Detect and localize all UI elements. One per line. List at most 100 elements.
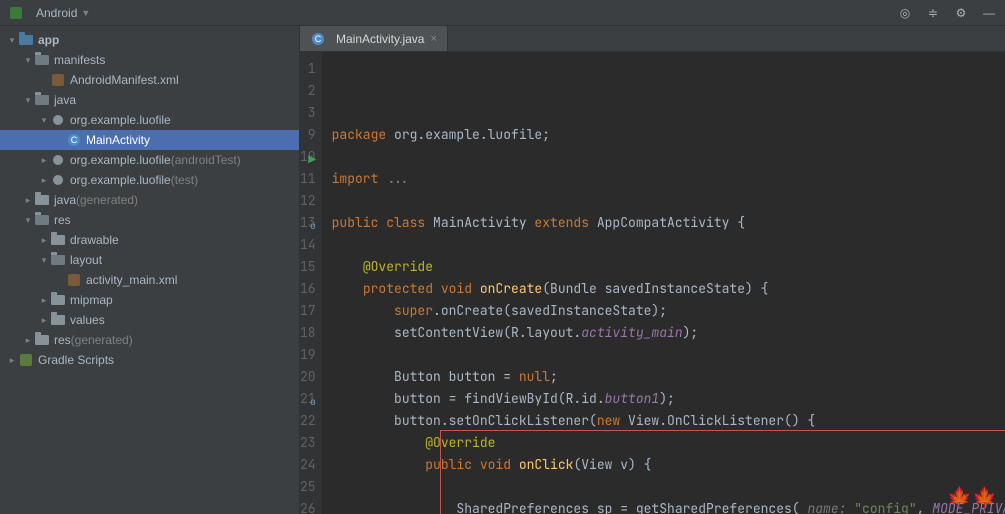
code-line[interactable] (332, 344, 1005, 366)
tree-item-label: res (54, 213, 71, 227)
editor-code[interactable]: package org.example.luofile; import ... pu… (322, 52, 1005, 514)
gutter-line[interactable]: 20 (300, 366, 316, 388)
package-icon (50, 173, 66, 187)
tree-item-label: org.example.luofile (70, 113, 171, 127)
tree-item-label: res (54, 333, 71, 347)
code-line[interactable] (332, 190, 1005, 212)
collapse-icon[interactable]: ≑ (925, 5, 941, 21)
gutter-line[interactable]: 17 (300, 300, 316, 322)
gutter-line[interactable]: 1 (300, 58, 316, 80)
code-line[interactable] (332, 476, 1005, 498)
tree-item-label: Gradle Scripts (38, 353, 114, 367)
gutter-line[interactable]: 14 (300, 234, 316, 256)
project-scope-dropdown[interactable]: Android ▼ (30, 4, 96, 22)
tree-item-label: java (54, 93, 76, 107)
expand-arrow-icon[interactable]: ▾ (22, 215, 34, 226)
code-line[interactable]: setContentView(R.layout.activity_main); (332, 322, 1005, 344)
expand-arrow-icon[interactable]: ▸ (6, 355, 18, 366)
tree-item[interactable]: activity_main.xml (0, 270, 299, 290)
expand-arrow-icon[interactable]: ▾ (38, 115, 50, 126)
code-line[interactable]: button = findViewById(R.id.button1); (332, 388, 1005, 410)
expand-arrow-icon[interactable]: ▸ (38, 235, 50, 246)
tree-item[interactable]: ▸mipmap (0, 290, 299, 310)
code-line[interactable]: package org.example.luofile; (332, 124, 1005, 146)
override-gutter-icon[interactable]: o (302, 215, 316, 229)
tree-item-label: manifests (54, 53, 105, 67)
tree-item[interactable]: ▸java (generated) (0, 190, 299, 210)
gear-icon[interactable]: ⚙ (953, 5, 969, 21)
expand-arrow-icon[interactable]: ▾ (22, 55, 34, 66)
expand-arrow-icon[interactable]: ▸ (22, 195, 34, 206)
editor-tab[interactable]: CMainActivity.java× (300, 26, 448, 51)
tree-item[interactable]: ▾ res (0, 210, 299, 230)
tree-item[interactable]: ▾layout (0, 250, 299, 270)
expand-arrow-icon[interactable]: ▸ (38, 155, 50, 166)
gutter-line[interactable]: 2 (300, 80, 316, 102)
minimize-icon[interactable]: — (981, 5, 997, 21)
gutter-line[interactable]: 13o (300, 212, 316, 234)
close-icon[interactable]: × (430, 33, 436, 45)
gutter-line[interactable]: 16 (300, 278, 316, 300)
gutter-line[interactable]: 10▶ (300, 146, 316, 168)
module-icon (18, 33, 34, 47)
project-toolbar: Android ▼ ◎ ≑ ⚙ — (0, 0, 1005, 26)
tree-item-suffix: (androidTest) (171, 153, 241, 167)
expand-arrow-icon[interactable]: ▸ (38, 295, 50, 306)
code-line[interactable]: @Override (332, 432, 1005, 454)
tree-item[interactable]: ▾ manifests (0, 50, 299, 70)
gutter-line[interactable]: 21o (300, 388, 316, 410)
expand-arrow-icon[interactable]: ▸ (22, 335, 34, 346)
gutter-line[interactable]: 22 (300, 410, 316, 432)
gutter-line[interactable]: 25 (300, 476, 316, 498)
code-line[interactable]: public class MainActivity extends AppCom… (332, 212, 1005, 234)
code-line[interactable]: button.setOnClickListener(new View.OnCli… (332, 410, 1005, 432)
tree-item[interactable]: ▸ res (generated) (0, 330, 299, 350)
tree-item[interactable]: ▸values (0, 310, 299, 330)
gutter-line[interactable]: 3 (300, 102, 316, 124)
target-icon[interactable]: ◎ (897, 5, 913, 21)
code-line[interactable] (332, 234, 1005, 256)
project-tree[interactable]: ▾app▾manifestsAndroidManifest.xml▾java▾o… (0, 26, 300, 514)
code-line[interactable]: super.onCreate(savedInstanceState); (332, 300, 1005, 322)
code-editor[interactable]: 123910▶111213o1415161718192021o222324252… (300, 52, 1005, 514)
code-line[interactable]: @Override (332, 256, 1005, 278)
run-gutter-icon[interactable]: ▶ (302, 149, 316, 163)
tree-item[interactable]: CMainActivity (0, 130, 299, 150)
folder-icon (50, 293, 66, 307)
class-icon: C (66, 133, 82, 147)
tree-item[interactable]: ▸org.example.luofile (test) (0, 170, 299, 190)
tree-item[interactable]: AndroidManifest.xml (0, 70, 299, 90)
gutter-line[interactable]: 12 (300, 190, 316, 212)
gutter-line[interactable]: 19 (300, 344, 316, 366)
gutter-line[interactable]: 18 (300, 322, 316, 344)
override-gutter-icon[interactable]: o (302, 391, 316, 405)
tree-item-suffix: (generated) (71, 333, 133, 347)
tree-item[interactable]: ▾ java (0, 90, 299, 110)
tree-item[interactable]: ▸drawable (0, 230, 299, 250)
editor-tab-bar: CMainActivity.java× (300, 26, 1005, 52)
gutter-line[interactable]: 23 (300, 432, 316, 454)
tree-item[interactable]: ▾app (0, 30, 299, 50)
code-line[interactable]: protected void onCreate(Bundle savedInst… (332, 278, 1005, 300)
folder-icon (34, 193, 50, 207)
tree-item-label: activity_main.xml (86, 273, 177, 287)
tree-item[interactable]: ▸org.example.luofile (androidTest) (0, 150, 299, 170)
expand-arrow-icon[interactable]: ▸ (38, 315, 50, 326)
gutter-line[interactable]: 9 (300, 124, 316, 146)
gutter-line[interactable]: 24 (300, 454, 316, 476)
code-line[interactable] (332, 146, 1005, 168)
gutter-line[interactable]: 26 (300, 498, 316, 514)
code-line[interactable]: SharedPreferences sp = getSharedPreferen… (332, 498, 1005, 514)
gutter-line[interactable]: 11 (300, 168, 316, 190)
code-line[interactable]: public void onClick(View v) { (332, 454, 1005, 476)
expand-arrow-icon[interactable]: ▸ (38, 175, 50, 186)
code-line[interactable]: import ... (332, 168, 1005, 190)
expand-arrow-icon[interactable]: ▾ (6, 35, 18, 46)
expand-arrow-icon[interactable]: ▾ (38, 255, 50, 266)
tree-item[interactable]: ▾ org.example.luofile (0, 110, 299, 130)
gutter-line[interactable]: 15 (300, 256, 316, 278)
folder-open-icon (34, 93, 50, 107)
code-line[interactable]: Button button = null; (332, 366, 1005, 388)
expand-arrow-icon[interactable]: ▾ (22, 95, 34, 106)
tree-item[interactable]: ▸ Gradle Scripts (0, 350, 299, 370)
